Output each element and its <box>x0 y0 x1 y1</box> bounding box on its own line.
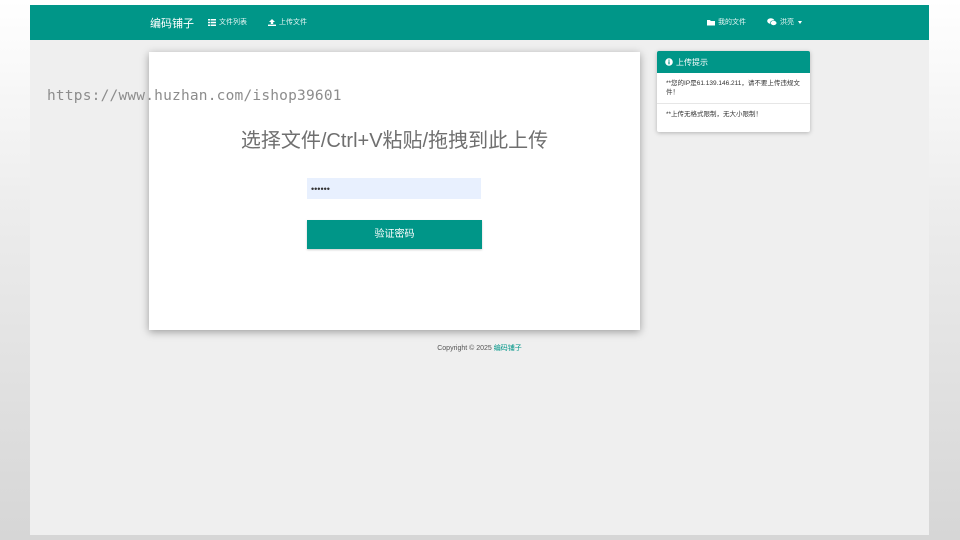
list-icon <box>208 18 216 26</box>
brand-link[interactable]: 编码铺子 <box>150 15 194 31</box>
footer-site-link[interactable]: 编码铺子 <box>494 345 522 352</box>
caret-down-icon <box>798 20 802 24</box>
nav-file-list[interactable]: 文件列表 <box>208 17 247 27</box>
tips-title: 上传提示 <box>676 57 708 67</box>
nav-upload-file[interactable]: 上传文件 <box>268 17 307 27</box>
verify-password-button[interactable]: 验证密码 <box>307 220 482 249</box>
folder-icon <box>707 19 715 25</box>
wechat-icon <box>767 18 777 26</box>
footer: Copyright © 2025 编码铺子 <box>30 343 929 353</box>
nav-my-files[interactable]: 我的文件 <box>707 17 746 27</box>
app-window: 编码铺子 文件列表 上传文件 我的文件 洪亮 选择文件/Ctrl+V粘贴/拖拽到… <box>30 5 929 535</box>
nav-my-files-label: 我的文件 <box>718 19 746 26</box>
copyright-text: Copyright © 2025 <box>437 345 492 352</box>
info-circle-icon <box>665 58 673 66</box>
tip-item: **您的IP是61.139.146.211，请不要上传违规文件！ <box>666 80 800 97</box>
password-input[interactable] <box>307 178 481 199</box>
upload-drop-zone-title[interactable]: 选择文件/Ctrl+V粘贴/拖拽到此上传 <box>149 124 640 153</box>
watermark-text: https://www.huzhan.com/ishop39601 <box>47 88 342 104</box>
nav-file-list-label: 文件列表 <box>219 19 247 26</box>
tips-header: 上传提示 <box>657 51 810 73</box>
tip-item: **上传无格式限制，无大小限制！ <box>657 102 810 124</box>
upload-tips-panel: 上传提示 **您的IP是61.139.146.211，请不要上传违规文件！ **… <box>657 51 810 132</box>
top-navbar: 编码铺子 文件列表 上传文件 我的文件 洪亮 <box>30 5 929 40</box>
upload-icon <box>268 18 276 26</box>
nav-upload-file-label: 上传文件 <box>279 19 307 26</box>
nav-user-dropdown[interactable]: 洪亮 <box>767 17 802 27</box>
nav-user-label: 洪亮 <box>780 19 794 26</box>
